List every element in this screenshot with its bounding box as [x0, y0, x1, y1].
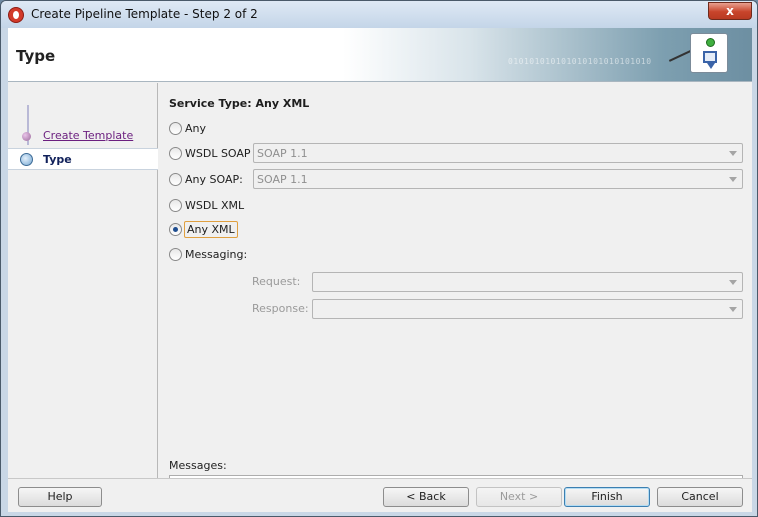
button-bar: Help < Back Next > Finish Cancel: [8, 478, 752, 512]
radio-button[interactable]: [169, 199, 182, 212]
select-value: SOAP 1.1: [257, 173, 308, 186]
dialog-window: Create Pipeline Template - Step 2 of 2 x…: [0, 0, 758, 517]
chevron-down-icon: [729, 151, 737, 156]
back-button[interactable]: < Back: [383, 487, 469, 507]
current-step-icon: [20, 153, 33, 166]
close-button[interactable]: x: [708, 2, 752, 20]
request-select[interactable]: [312, 272, 743, 292]
nav-step-label: Type: [43, 153, 72, 166]
banner-binary-decoration: 010101010101010101010101010: [508, 57, 652, 66]
select-value: SOAP 1.1: [257, 147, 308, 160]
header-banner: Type 010101010101010101010101010: [8, 28, 752, 82]
pipeline-template-icon: [690, 33, 728, 73]
nav-step-type[interactable]: Type: [8, 148, 158, 170]
response-select[interactable]: [312, 299, 743, 319]
cancel-button[interactable]: Cancel: [657, 487, 743, 507]
radio-button-checked[interactable]: [169, 223, 182, 236]
radio-button[interactable]: [169, 248, 182, 261]
messages-label: Messages:: [169, 459, 227, 472]
pipeline-arrow-icon: [707, 63, 715, 69]
radio-button[interactable]: [169, 122, 182, 135]
finish-button[interactable]: Finish: [564, 487, 650, 507]
response-label: Response:: [252, 302, 309, 315]
chevron-down-icon: [729, 280, 737, 285]
radio-label[interactable]: Messaging:: [185, 248, 247, 261]
dialog-client: Type 010101010101010101010101010 Create …: [8, 28, 752, 512]
window-title: Create Pipeline Template - Step 2 of 2: [31, 7, 258, 21]
radio-label[interactable]: WSDL SOAP: [185, 147, 251, 160]
visited-step-icon: [22, 132, 31, 141]
radio-button[interactable]: [169, 147, 182, 160]
radio-label[interactable]: Any XML: [184, 221, 238, 238]
nav-step-label[interactable]: Create Template: [43, 129, 133, 142]
next-button[interactable]: Next >: [476, 487, 562, 507]
radio-label[interactable]: Any SOAP:: [185, 173, 243, 186]
pipeline-stage-icon: [703, 51, 717, 63]
radio-button[interactable]: [169, 173, 182, 186]
oracle-app-icon: [8, 7, 24, 23]
radio-label[interactable]: WSDL XML: [185, 199, 244, 212]
request-label: Request:: [252, 275, 301, 288]
service-type-heading: Service Type: Any XML: [169, 97, 310, 110]
chevron-down-icon: [729, 307, 737, 312]
any-soap-version-select[interactable]: SOAP 1.1: [253, 169, 743, 189]
wsdl-soap-version-select[interactable]: SOAP 1.1: [253, 143, 743, 163]
title-bar: Create Pipeline Template - Step 2 of 2 x: [1, 1, 757, 28]
radio-label[interactable]: Any: [185, 122, 206, 135]
wizard-step-nav: Create Template Type: [8, 83, 158, 478]
nav-step-create-template[interactable]: Create Template: [8, 125, 158, 147]
page-title: Type: [16, 47, 56, 65]
help-button[interactable]: Help: [18, 487, 102, 507]
chevron-down-icon: [729, 177, 737, 182]
pipeline-start-node-icon: [706, 38, 715, 47]
type-panel: Service Type: Any XML Any WSDL SOAP SOAP…: [159, 83, 752, 503]
